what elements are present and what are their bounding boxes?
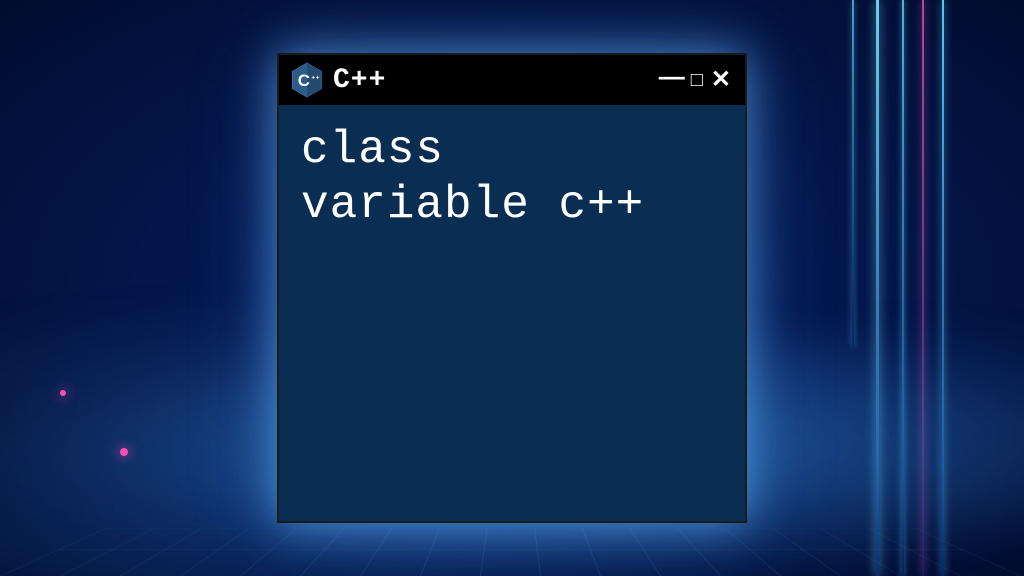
glow-dot (120, 448, 128, 456)
minimize-button[interactable]: — (657, 63, 685, 89)
maximize-button[interactable]: □ (689, 70, 705, 90)
circuit-line (942, 0, 944, 576)
titlebar[interactable]: C + + C++ — □ ✕ (279, 55, 745, 105)
body-line-1: class (301, 123, 723, 178)
svg-text:+: + (316, 75, 320, 82)
close-button[interactable]: ✕ (709, 68, 733, 92)
body-line-2: variable c++ (301, 178, 723, 233)
circuit-line (876, 0, 879, 576)
window-controls: — □ ✕ (657, 67, 733, 93)
app-title: C++ (333, 65, 647, 96)
circuit-line (902, 0, 904, 576)
circuit-line (852, 0, 854, 346)
window-body: class variable c++ (279, 105, 745, 521)
svg-text:C: C (298, 71, 310, 90)
cpp-icon: C + + (291, 62, 323, 98)
circuit-line (922, 0, 924, 576)
glow-dot (60, 390, 66, 396)
app-window: C + + C++ — □ ✕ class variable c++ (277, 53, 747, 523)
svg-text:+: + (311, 75, 315, 82)
